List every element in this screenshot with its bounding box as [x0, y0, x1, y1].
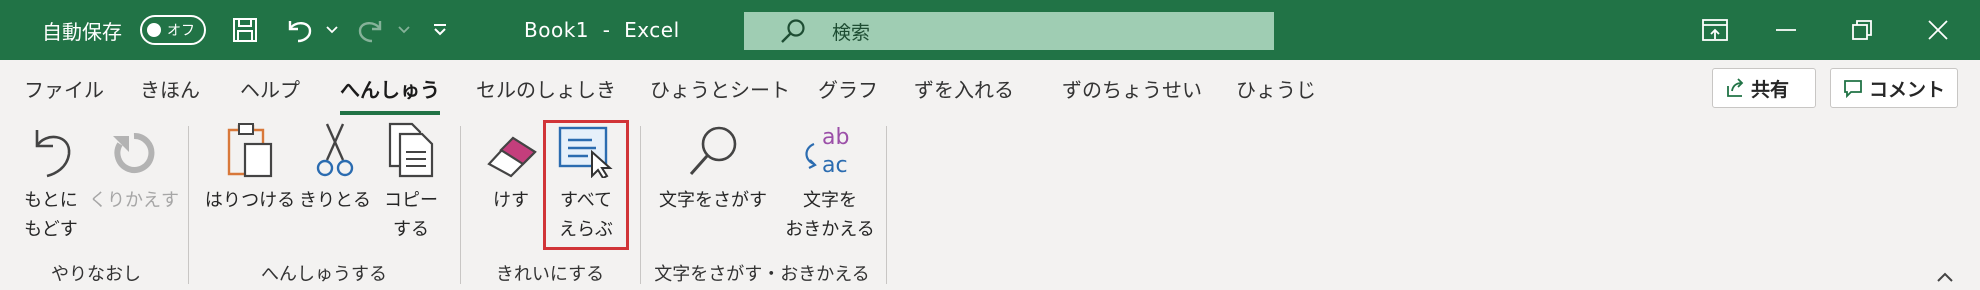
copy-button[interactable]: コピー する — [374, 118, 448, 244]
undo-button[interactable]: もとに もどす — [18, 118, 84, 244]
autosave-toggle[interactable]: オフ — [140, 15, 206, 45]
paste-icon — [227, 123, 273, 178]
group-label-undo: やりなおし — [51, 264, 141, 285]
group-separator — [188, 126, 189, 284]
replace-label-2: おきかえる — [785, 219, 875, 240]
replace-label-1: 文字を — [803, 190, 857, 211]
comment-icon — [1844, 80, 1862, 98]
eraser-icon — [487, 136, 537, 178]
tab-chart[interactable]: グラフ — [818, 74, 878, 103]
save-icon[interactable] — [232, 0, 258, 60]
erase-button[interactable]: けす — [476, 118, 546, 215]
group-separator — [640, 126, 641, 284]
comment-button[interactable]: コメント — [1830, 68, 1958, 108]
redo-icon[interactable] — [356, 0, 386, 60]
group-separator — [886, 126, 887, 284]
customize-toolbar-icon[interactable] — [432, 0, 448, 60]
search-box[interactable]: 検索 — [744, 12, 1274, 50]
share-icon — [1727, 78, 1744, 97]
erase-label: けす — [493, 190, 529, 211]
collapse-ribbon-icon[interactable] — [1936, 268, 1954, 287]
undo-icon[interactable] — [284, 0, 314, 60]
replace-icon: ab ac — [805, 125, 849, 178]
repeat-icon — [113, 132, 155, 173]
repeat-label: くりかえす — [89, 190, 179, 211]
tab-home[interactable]: きほん — [140, 74, 200, 103]
svg-text:ab: ab — [822, 125, 849, 150]
chevron-down-icon[interactable] — [326, 0, 338, 60]
document-title: Book1 - Excel — [524, 18, 680, 42]
repeat-button[interactable]: くりかえす — [88, 118, 180, 215]
find-button[interactable]: 文字をさがす — [656, 118, 770, 215]
chevron-down-icon[interactable] — [398, 0, 410, 60]
group-label-clean: きれいにする — [495, 264, 605, 285]
copy-label-2: する — [393, 219, 429, 240]
ribbon-display-options-icon[interactable] — [1702, 0, 1728, 60]
highlight-box — [543, 120, 629, 250]
replace-button[interactable]: ab ac 文字を おきかえる — [780, 118, 880, 244]
autosave-state: オフ — [167, 23, 195, 39]
cut-label: きりとる — [299, 190, 371, 211]
restore-icon[interactable] — [1852, 0, 1872, 60]
search-placeholder: 検索 — [832, 21, 871, 44]
svg-text:ac: ac — [822, 153, 848, 178]
scissors-icon — [316, 123, 354, 177]
ribbon-panel: もとに もどす くりかえす はりつける きりとる コピー する けす すべて え… — [0, 118, 1980, 290]
copy-label-1: コピー — [384, 190, 438, 211]
tab-help[interactable]: ヘルプ — [240, 74, 300, 103]
search-icon — [689, 126, 737, 175]
minimize-icon[interactable] — [1776, 0, 1796, 60]
tab-insert-figure[interactable]: ずを入れる — [914, 74, 1014, 103]
group-label-edit: へんしゅうする — [261, 264, 387, 285]
cut-button[interactable]: きりとる — [299, 118, 371, 215]
close-icon[interactable] — [1928, 0, 1948, 60]
tab-table-sheet[interactable]: ひょうとシート — [650, 74, 790, 103]
autosave-label: 自動保存 — [42, 19, 122, 44]
tab-edit[interactable]: へんしゅう — [340, 74, 440, 115]
copy-icon — [388, 122, 434, 178]
tab-file[interactable]: ファイル — [24, 74, 104, 103]
group-label-find: 文字をさがす・おきかえる — [654, 264, 870, 285]
undo-icon — [35, 130, 71, 178]
paste-label: はりつける — [204, 190, 296, 211]
paste-button[interactable]: はりつける — [204, 118, 296, 215]
ribbon-tabs: ファイル きほん ヘルプ へんしゅう セルのしょしき ひょうとシート グラフ ず… — [0, 60, 1980, 118]
group-separator — [460, 126, 461, 284]
search-icon — [781, 19, 805, 43]
toggle-knob — [147, 23, 161, 37]
share-button[interactable]: 共有 — [1712, 68, 1816, 108]
share-label: 共有 — [1751, 78, 1790, 101]
title-bar: 自動保存 オフ Book1 - Excel 検索 — [0, 0, 1980, 60]
undo-label-2: もどす — [24, 219, 78, 240]
tab-cell-format[interactable]: セルのしょしき — [476, 74, 616, 103]
comment-label: コメント — [1869, 78, 1946, 101]
tab-figure-adjust[interactable]: ずのちょうせい — [1062, 74, 1202, 103]
find-label: 文字をさがす — [659, 190, 767, 211]
tab-view[interactable]: ひょうじ — [1236, 74, 1316, 103]
undo-label-1: もとに — [24, 190, 78, 211]
